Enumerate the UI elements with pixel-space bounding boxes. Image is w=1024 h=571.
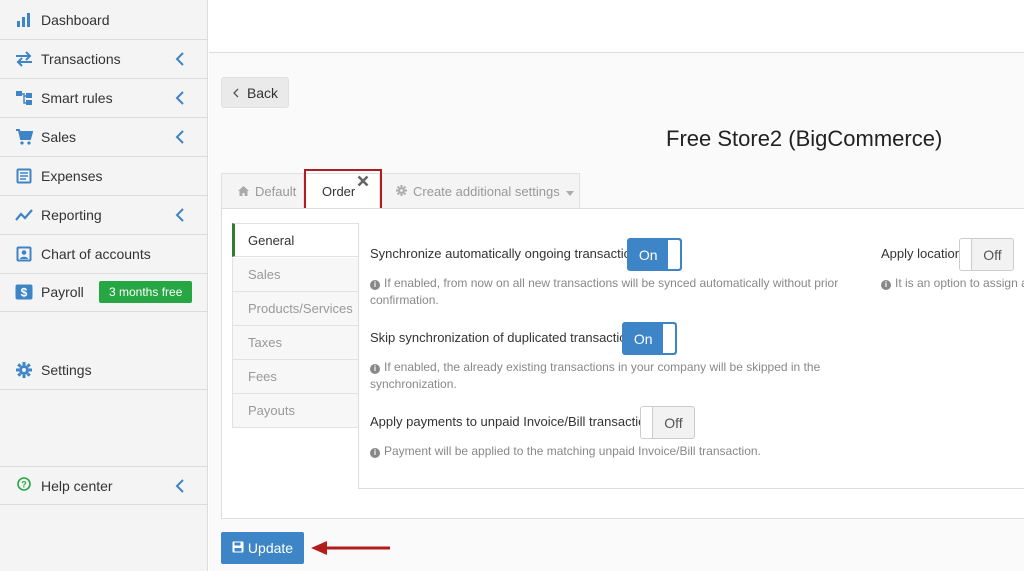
tab-default[interactable]: Default [221, 173, 304, 209]
settings-tabs: Default Order Create additional settings [221, 173, 1024, 209]
chevron-left-icon [232, 85, 239, 101]
toggle-state: On [633, 330, 653, 347]
sidebar-item-reporting[interactable]: Reporting [0, 196, 207, 235]
chevron-left-icon [175, 91, 187, 105]
tab-label: Default [255, 184, 297, 199]
sidebar-item-label: Help center [41, 477, 113, 494]
chevron-left-icon [175, 208, 187, 222]
sidebar-item-label: Sales [41, 129, 77, 145]
setting-label: Apply location [881, 246, 962, 261]
update-label: Update [247, 540, 294, 556]
bar-chart-icon [15, 11, 33, 29]
chevron-left-icon [175, 478, 187, 493]
subnav-fees[interactable]: Fees [232, 360, 359, 394]
sidebar-item-label: Smart rules [41, 90, 113, 106]
tab-label: Order [322, 184, 356, 199]
tab-label: Create additional settings [413, 184, 560, 199]
update-button[interactable]: Update [221, 532, 304, 564]
sidebar-item-transactions[interactable]: Transactions [0, 40, 207, 79]
sidebar-item-smart-rules[interactable]: Smart rules [0, 79, 207, 118]
home-icon [238, 184, 249, 199]
subnav-general[interactable]: General [232, 223, 359, 257]
shopping-cart-icon [15, 128, 33, 146]
info-icon: i [370, 364, 380, 374]
promo-badge: 3 months free [99, 281, 193, 303]
toggle-state: Off [983, 246, 1002, 263]
sidebar-item-label: Settings [41, 362, 92, 378]
transfer-arrows-icon [15, 50, 33, 68]
sidebar-item-label: Chart of accounts [41, 246, 151, 262]
subnav-taxes[interactable]: Taxes [232, 326, 359, 360]
sidebar-item-help-center[interactable]: ? Help center [0, 466, 207, 505]
chevron-left-icon [175, 130, 187, 144]
back-label: Back [246, 84, 279, 101]
help-text: i If enabled, from now on all new transac… [370, 276, 839, 307]
tab-create-additional-settings[interactable]: Create additional settings [381, 173, 580, 209]
sidebar-item-dashboard[interactable]: Dashboard [0, 1, 207, 40]
svg-text:?: ? [21, 480, 27, 490]
skip-duplicates-toggle[interactable]: On [622, 322, 677, 355]
sidebar-item-settings[interactable]: Settings [0, 351, 207, 390]
top-bar [209, 0, 1024, 53]
dollar-icon: $ [15, 283, 33, 301]
page-title: Free Store2 (BigCommerce) [666, 126, 943, 151]
toggle-state: Off [664, 414, 683, 431]
toggle-state: On [638, 246, 658, 263]
help-text: i Payment will be applied to the matching… [370, 443, 860, 460]
setting-label: Synchronize automatically ongoing transa… [370, 246, 645, 261]
sidebar-item-expenses[interactable]: Expenses [0, 157, 207, 196]
gear-icon [396, 184, 407, 199]
info-icon: i [370, 448, 380, 458]
info-icon: i [881, 280, 891, 290]
question-circle-icon: ? [15, 475, 33, 493]
subnav-products-services[interactable]: Products/Services [232, 292, 359, 326]
sitemap-icon [15, 89, 33, 107]
apply-payments-toggle[interactable]: Off [640, 406, 695, 439]
apply-location-toggle[interactable]: Off [959, 238, 1014, 271]
contact-card-icon [15, 245, 33, 263]
annotation-arrow [310, 540, 394, 559]
sidebar-item-label: Payroll [41, 284, 84, 300]
sidebar-item-label: Expenses [41, 168, 103, 184]
sidebar-item-label: Reporting [41, 207, 102, 223]
sidebar-item-payroll[interactable]: $ Payroll 3 months free [0, 273, 207, 312]
sidebar-item-label: Dashboard [41, 12, 110, 28]
caret-down-icon [565, 184, 574, 199]
setting-label: Skip synchronization of duplicated trans… [370, 330, 641, 345]
chevron-left-icon [175, 52, 187, 66]
sidebar-item-sales[interactable]: Sales [0, 118, 207, 157]
setting-label: Apply payments to unpaid Invoice/Bill tr… [370, 414, 660, 429]
save-icon [232, 540, 244, 556]
help-text: i It is an option to assign a [881, 275, 1024, 292]
subnav-payouts[interactable]: Payouts [232, 394, 359, 428]
help-text: i If enabled, the already existing transa… [370, 360, 821, 391]
gear-icon [15, 361, 33, 379]
line-chart-icon [15, 206, 33, 224]
close-icon[interactable] [357, 175, 371, 189]
sidebar: Dashboard Transactions Smart rules Sales… [0, 0, 208, 571]
sidebar-item-chart-of-accounts[interactable]: Chart of accounts [0, 235, 207, 274]
document-list-icon [15, 167, 33, 185]
subnav-sales[interactable]: Sales [232, 258, 359, 292]
back-button[interactable]: Back [221, 77, 289, 108]
sync-ongoing-toggle[interactable]: On [627, 238, 682, 271]
svg-text:$: $ [21, 286, 28, 300]
sidebar-item-label: Transactions [41, 51, 121, 67]
info-icon: i [370, 280, 380, 290]
